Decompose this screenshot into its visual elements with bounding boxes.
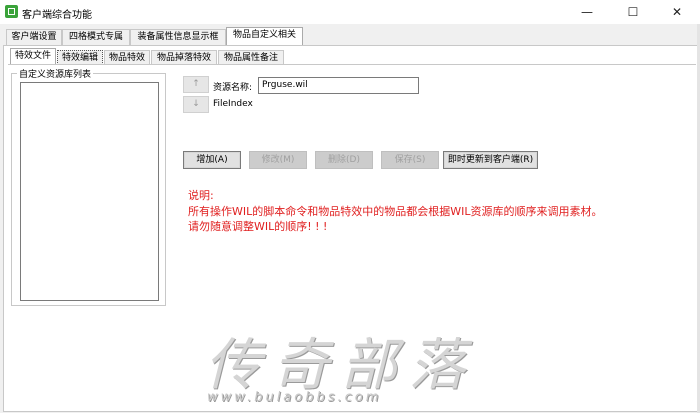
watermark-url: www.bulaobbs.com bbox=[207, 390, 382, 405]
add-button[interactable]: 增加(A) bbox=[183, 151, 241, 169]
watermark-logo: 传奇部落 bbox=[205, 333, 477, 398]
save-button[interactable]: 保存(S) bbox=[381, 151, 439, 169]
app-icon bbox=[5, 5, 18, 18]
move-up-button[interactable]: ↑ bbox=[183, 76, 209, 93]
update-client-button[interactable]: 即时更新到客户端(R) bbox=[443, 151, 538, 169]
delete-button[interactable]: 删除(D) bbox=[315, 151, 373, 169]
resource-list-label: 自定义资源库列表 bbox=[17, 67, 94, 80]
notes-title: 说明: bbox=[188, 189, 214, 202]
maximize-button[interactable]: ☐ bbox=[610, 0, 656, 24]
tab-client-settings[interactable]: 客户端设置 bbox=[6, 29, 62, 45]
close-button[interactable]: ✕ bbox=[654, 0, 700, 24]
minimize-button[interactable]: — bbox=[564, 0, 610, 24]
modify-button[interactable]: 修改(M) bbox=[249, 151, 307, 169]
notes-line-1: 所有操作WIL的脚本命令和物品特效中的物品都会根据WIL资源库的顺序来调用素材。 bbox=[188, 205, 603, 218]
window-title: 客户端综合功能 bbox=[22, 10, 92, 21]
notes-line-2: 请勿随意调整WIL的顺序! ! ! bbox=[188, 220, 328, 233]
move-down-button[interactable]: ↓ bbox=[183, 96, 209, 113]
resource-name-input[interactable]: Prguse.wil bbox=[258, 77, 419, 94]
resource-name-label: 资源名称: bbox=[213, 83, 253, 93]
tab-item-custom[interactable]: 物品自定义相关 bbox=[226, 27, 303, 45]
tab-equipment-attribute-display[interactable]: 装备属性信息显示框 bbox=[130, 29, 226, 45]
file-index-label: FileIndex bbox=[213, 99, 253, 109]
title-bar: 客户端综合功能 — ☐ ✕ bbox=[0, 0, 700, 24]
tab-four-grid-mode[interactable]: 四格模式专属 bbox=[62, 29, 130, 45]
resource-listbox[interactable] bbox=[20, 82, 159, 301]
